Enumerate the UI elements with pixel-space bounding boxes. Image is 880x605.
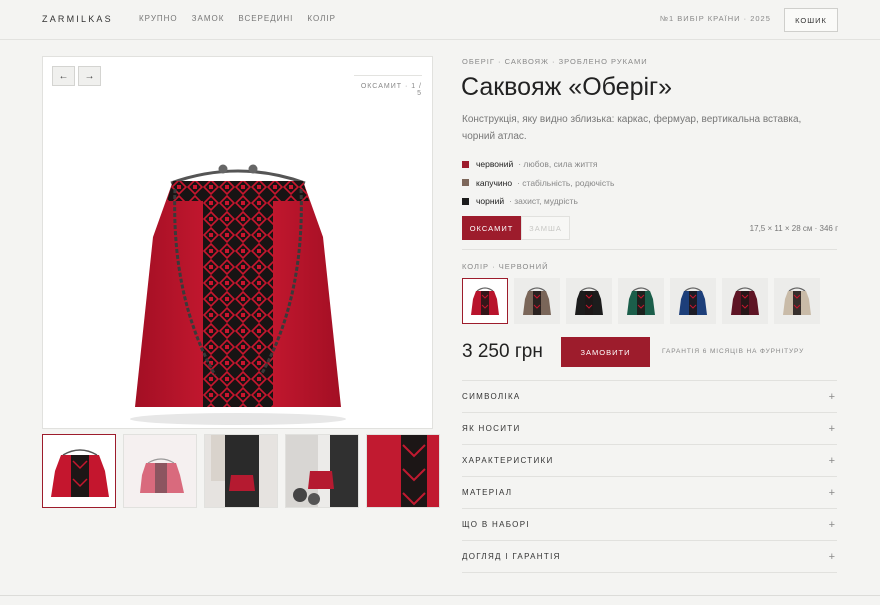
accordion-item-how-to-wear[interactable]: ЯК НОСИТИ + [462,413,837,445]
thumbnail-5[interactable] [366,434,440,508]
image-counter: ОКСАМИТ · 1 / 5 [354,75,422,97]
color-swatch-icon [462,197,469,205]
color-swatch-icon [462,160,469,168]
prev-image-button[interactable]: ← [52,66,75,86]
nav-item-krupno[interactable]: КРУПНО [139,14,178,23]
bag-thumbnail-icon [731,287,759,315]
material-velvet-button[interactable]: ОКСАМИТ [462,216,521,240]
accordion-item-in-box[interactable]: ЩО В НАБОРІ + [462,509,837,541]
nav-item-kolir[interactable]: КОЛІР [307,14,336,23]
plus-icon: + [828,422,835,435]
legend-color-name: капучино [476,177,513,188]
thumbnail-3[interactable] [204,434,278,508]
color-swatches [462,278,820,324]
arrow-left-icon: ← [58,70,69,82]
order-button[interactable]: ЗАМОВИТИ [561,337,650,367]
bag-thumbnail-icon [679,287,707,315]
next-image-button[interactable]: → [78,66,101,86]
accordion-label: ЯК НОСИТИ [462,424,521,433]
warranty-note: ГАРАНТІЯ 6 МІСЯЦІВ НА ФУРНІТУРУ [662,348,805,355]
site-header: ZARMILKAS КРУПНО ЗАМОК ВСЕРЕДИНІ КОЛІР №… [0,0,880,40]
nav-item-zamok[interactable]: ЗАМОК [192,14,225,23]
color-label: КОЛІР · ЧЕРВОНИЙ [462,262,549,271]
legend-color-meaning: · любов, сила життя [518,159,598,170]
legend-row: червоний · любов, сила життя [462,155,614,174]
product-description: Конструкція, яку видно зблизька: каркас,… [462,114,802,142]
arrow-right-icon: → [84,70,95,82]
product-title: Саквояж «Оберіг» [461,73,673,101]
bag-thumbnail-icon [523,287,551,315]
product-gallery: ← → ОКСАМИТ · 1 / 5 [42,56,433,429]
cart-button[interactable]: КОШИК [784,8,838,32]
legend-color-name: червоний [476,159,514,170]
award-badge: №1 ВИБІР КРАЇНИ · 2025 [660,14,771,23]
color-swatch-icon [462,179,469,187]
plus-icon: + [828,454,835,467]
nav-item-vseredyni[interactable]: ВСЕРЕДИНІ [238,14,293,23]
brand-logo[interactable]: ZARMILKAS [42,14,113,24]
color-symbolism-legend: червоний · любов, сила життя капучино · … [462,155,614,211]
plus-icon: + [828,486,835,499]
legend-color-meaning: · захист, мудрість [509,196,578,207]
bag-thumbnail-icon [627,287,655,315]
legend-color-meaning: · стабільність, родючість [517,177,615,188]
accordion-label: СИМВОЛІКА [462,392,521,401]
accordion-item-material[interactable]: МАТЕРІАЛ + [462,477,837,509]
accordion-label: ДОГЛЯД І ГАРАНТІЯ [462,552,561,561]
accordion-item-symbolism[interactable]: СИМВОЛІКА + [462,381,837,413]
product-image [130,164,346,425]
color-swatch-5[interactable] [670,278,716,324]
product-dimensions: 17,5 × 11 × 28 см · 346 г [749,224,838,233]
accordion-label: МАТЕРІАЛ [462,488,513,497]
product-price: 3 250 грн [462,341,543,362]
footer-divider [0,595,880,596]
legend-row: чорний · захист, мудрість [462,192,614,211]
accordion-label: ЩО В НАБОРІ [462,520,530,529]
plus-icon: + [828,550,835,563]
thumbnail-2[interactable] [123,434,197,508]
bag-thumbnail-icon [575,287,603,315]
legend-row: капучино · стабільність, родючість [462,174,614,193]
main-nav: КРУПНО ЗАМОК ВСЕРЕДИНІ КОЛІР [139,14,336,23]
material-suede-button[interactable]: ЗАМША [521,216,570,240]
bag-thumbnail-icon [471,287,499,315]
color-swatch-4[interactable] [618,278,664,324]
thumbnail-4[interactable] [285,434,359,508]
color-swatch-3[interactable] [566,278,612,324]
accordion-label: ХАРАКТЕРИСТИКИ [462,456,554,465]
legend-color-name: чорний [476,196,505,207]
accordion-item-care-warranty[interactable]: ДОГЛЯД І ГАРАНТІЯ + [462,541,837,573]
thumbnail-1[interactable] [42,434,116,508]
info-accordion: СИМВОЛІКА + ЯК НОСИТИ + ХАРАКТЕРИСТИКИ +… [462,380,837,573]
bag-thumbnail-icon [783,287,811,315]
divider [462,249,837,250]
color-swatch-6[interactable] [722,278,768,324]
accordion-item-specs[interactable]: ХАРАКТЕРИСТИКИ + [462,445,837,477]
thumbnail-strip [42,434,440,508]
breadcrumb: ОБЕРІГ · САКВОЯЖ · ЗРОБЛЕНО РУКАМИ [462,57,648,66]
color-swatch-7[interactable] [774,278,820,324]
color-swatch-2[interactable] [514,278,560,324]
plus-icon: + [828,390,835,403]
color-swatch-1[interactable] [462,278,508,324]
plus-icon: + [828,518,835,531]
